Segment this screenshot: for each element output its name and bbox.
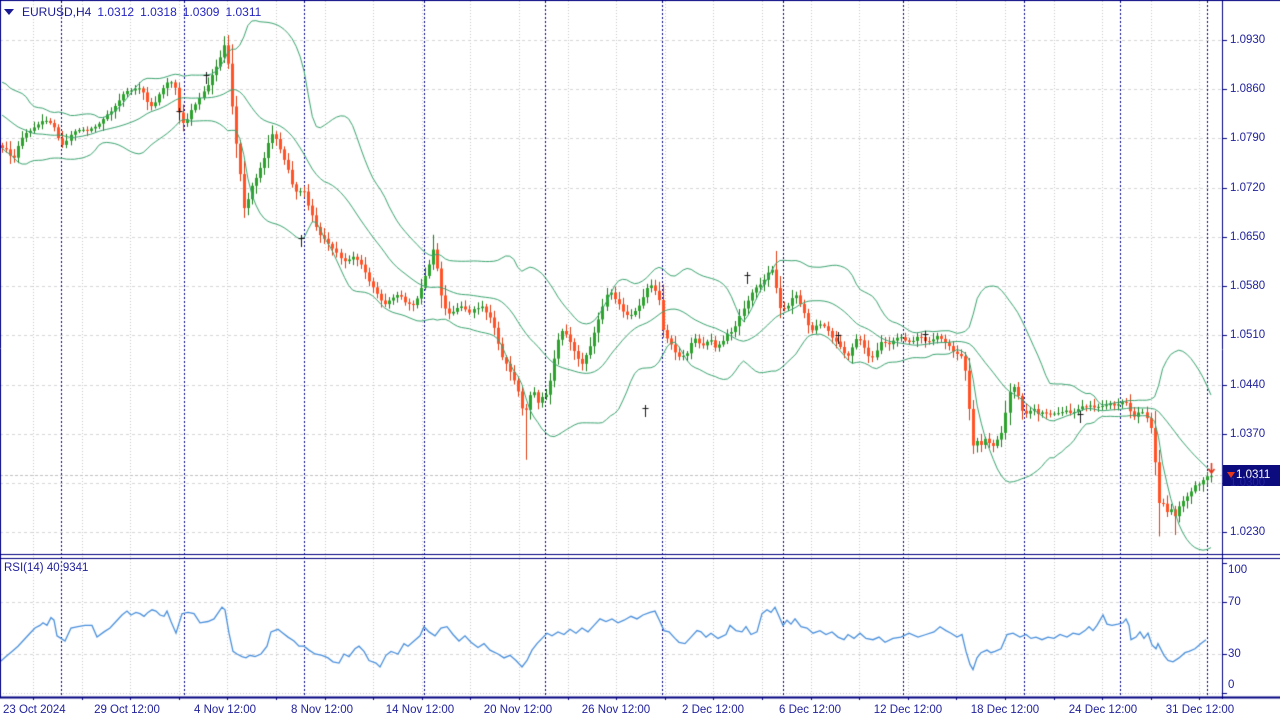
date-axis-label: 8 Nov 12:00 [291,704,353,717]
price-axis-label: 1.0510 [1230,329,1265,342]
date-axis-label: 14 Nov 12:00 [386,704,454,717]
price-axis-label: 1.0720 [1230,182,1265,195]
date-axis-label: 29 Oct 12:00 [94,704,160,717]
date-axis-label: 23 Oct 2024 [3,704,66,717]
rsi-value: 40.9341 [47,562,89,574]
date-axis-label: 31 Dec 12:00 [1166,704,1234,717]
price-axis-label: 1.0370 [1230,428,1265,441]
rsi-axis-label: 30 [1228,648,1241,661]
rsi-indicator-label: RSI(14) 40.9341 [4,562,88,574]
chart-window: EURUSD,H4 1.0312 1.0318 1.0309 1.0311 RS… [0,0,1280,720]
symbol-dropdown-icon[interactable] [4,9,14,15]
rsi-name: RSI(14) [4,562,44,574]
price-axis-label: 1.0860 [1230,83,1265,96]
price-axis-label: 1.0580 [1230,280,1265,293]
price-axis-label: 1.0230 [1230,526,1265,539]
date-axis-label: 20 Nov 12:00 [484,704,552,717]
ohlc-open: 1.0312 [97,5,134,19]
date-axis-label: 26 Nov 12:00 [582,704,650,717]
date-axis-label: 18 Dec 12:00 [971,704,1039,717]
price-axis-label: 1.0650 [1230,231,1265,244]
price-axis-label: 1.0930 [1230,34,1265,47]
date-axis-label: 6 Dec 12:00 [779,704,841,717]
rsi-axis-label: 70 [1228,596,1241,609]
date-axis-label: 2 Dec 12:00 [682,704,744,717]
chart-title: EURUSD,H4 1.0312 1.0318 1.0309 1.0311 [4,5,261,19]
date-axis-label: 12 Dec 12:00 [874,704,942,717]
price-axis-label: 1.0790 [1230,132,1265,145]
ohlc-low: 1.0309 [183,5,220,19]
price-axis-label: 1.0300 [1230,477,1265,490]
symbol-timeframe-label: EURUSD,H4 [22,5,91,19]
date-axis-label: 24 Dec 12:00 [1069,704,1137,717]
rsi-axis-label: 0 [1228,679,1234,692]
rsi-axis-label: 100 [1228,564,1247,577]
price-axis-label: 1.0440 [1230,379,1265,392]
ohlc-high: 1.0318 [140,5,177,19]
ohlc-close: 1.0311 [225,5,261,19]
date-axis-label: 4 Nov 12:00 [194,704,256,717]
chart-canvas[interactable] [0,0,1280,720]
